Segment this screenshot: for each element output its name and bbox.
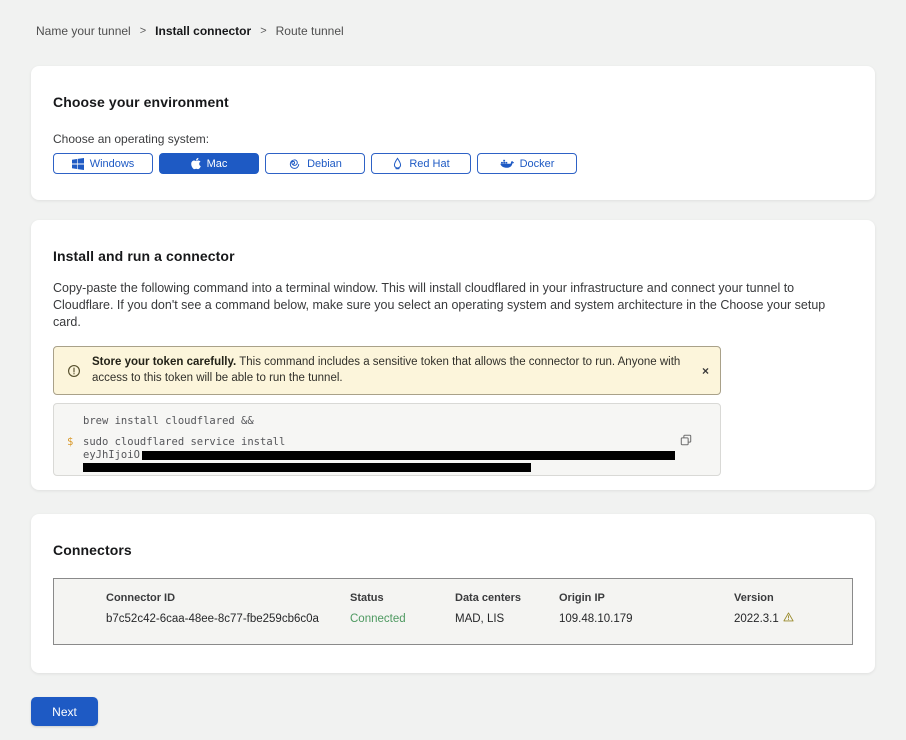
connectors-table: Connector ID Status Data centers Origin …	[53, 578, 853, 645]
environment-card-title: Choose your environment	[53, 94, 853, 110]
copy-command-button[interactable]	[678, 432, 694, 451]
token-redaction-bar	[142, 451, 675, 460]
connectors-card-title: Connectors	[53, 542, 853, 558]
os-button-label: Windows	[90, 158, 135, 170]
install-card-title: Install and run a connector	[53, 248, 853, 264]
apple-icon	[191, 157, 201, 170]
breadcrumb-route-tunnel[interactable]: Route tunnel	[276, 24, 344, 38]
alert-circle-icon	[67, 364, 81, 378]
table-row: b7c52c42-6caa-48ee-8c77-fbe259cb6c0a Con…	[106, 604, 852, 625]
breadcrumb: Name your tunnel > Install connector > R…	[0, 0, 906, 37]
docker-icon	[500, 158, 514, 169]
column-header-origin-ip: Origin IP	[559, 592, 734, 604]
column-header-version: Version	[734, 592, 852, 604]
code-token-line: eyJhIjoiO	[67, 449, 704, 462]
breadcrumb-separator: >	[260, 25, 266, 37]
code-text: sudo cloudflared service install	[83, 436, 285, 449]
next-button[interactable]: Next	[31, 697, 98, 726]
version-value: 2022.3.1	[734, 612, 852, 625]
token-text: eyJhIjoiO	[83, 449, 675, 462]
code-line-2: $ sudo cloudflared service install	[67, 436, 704, 449]
token-redaction-bar	[83, 463, 531, 472]
os-button-label: Docker	[520, 158, 555, 170]
code-gutter	[67, 415, 83, 428]
os-select-label: Choose an operating system:	[53, 132, 853, 146]
environment-card: Choose your environment Choose an operat…	[31, 66, 875, 200]
connectors-card: Connectors Connector ID Status Data cent…	[31, 514, 875, 673]
os-button-label: Red Hat	[409, 158, 449, 170]
os-button-mac[interactable]: Mac	[159, 153, 259, 174]
warning-text: Store your token carefully. This command…	[92, 355, 686, 386]
code-gutter	[67, 449, 83, 462]
column-header-data-centers: Data centers	[455, 592, 559, 604]
connector-id-value: b7c52c42-6caa-48ee-8c77-fbe259cb6c0a	[106, 612, 350, 625]
warning-close-button[interactable]: ×	[702, 365, 709, 377]
install-connector-card: Install and run a connector Copy-paste t…	[31, 220, 875, 490]
redhat-icon	[392, 157, 403, 170]
breadcrumb-install-connector[interactable]: Install connector	[155, 24, 251, 38]
install-command-block: brew install cloudflared && $ sudo cloud…	[53, 403, 721, 476]
os-button-group: Windows Mac Debian Red Hat Docker	[53, 153, 853, 174]
code-text: brew install cloudflared &&	[83, 415, 254, 428]
warning-title: Store your token carefully.	[92, 356, 236, 368]
windows-icon	[72, 158, 84, 170]
os-button-redhat[interactable]: Red Hat	[371, 153, 471, 174]
version-warning-icon	[783, 612, 794, 625]
os-button-windows[interactable]: Windows	[53, 153, 153, 174]
install-description: Copy-paste the following command into a …	[53, 280, 853, 331]
os-button-debian[interactable]: Debian	[265, 153, 365, 174]
origin-ip-value: 109.48.10.179	[559, 612, 734, 625]
token-warning-banner: Store your token carefully. This command…	[53, 346, 721, 395]
status-badge: Connected	[350, 612, 455, 625]
os-button-label: Mac	[207, 158, 228, 170]
os-button-label: Debian	[307, 158, 342, 170]
code-prompt: $	[67, 436, 83, 449]
debian-icon	[288, 157, 301, 170]
breadcrumb-separator: >	[140, 25, 146, 37]
data-centers-value: MAD, LIS	[455, 612, 559, 625]
column-header-status: Status	[350, 592, 455, 604]
breadcrumb-name-your-tunnel[interactable]: Name your tunnel	[36, 24, 131, 38]
code-line-1: brew install cloudflared &&	[67, 415, 704, 428]
column-header-connector-id: Connector ID	[106, 592, 350, 604]
connectors-table-header: Connector ID Status Data centers Origin …	[106, 592, 852, 604]
os-button-docker[interactable]: Docker	[477, 153, 577, 174]
